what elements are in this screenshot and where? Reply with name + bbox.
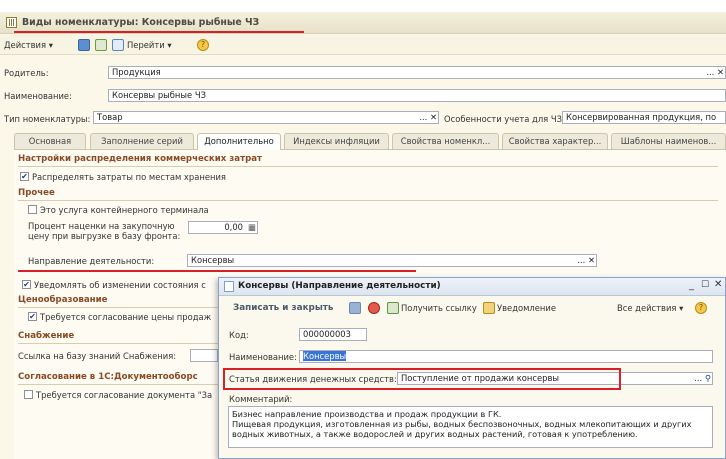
name-label: Наименование: [4,91,72,101]
markup-label: Процент наценки на закупочную цену при вы… [28,221,181,241]
markup-field[interactable]: 0,00 ▦ [188,221,258,234]
highlight-box-cash-flow [223,368,621,390]
top-strip [0,0,726,12]
main-window: Виды номенклатуры: Консервы рыбные ЧЗ Де… [0,0,726,459]
cz-field[interactable]: Консервированная продукция, по [562,111,726,124]
tab-strip: Основная Заполнение серий Дополнительно … [14,133,726,150]
section-docflow: Согласование в 1С:Документооборс [18,372,198,382]
section-pricing: Ценообразование [18,295,108,305]
highlight-underline-title [14,31,304,33]
save-icon[interactable] [78,39,90,51]
tab-name-templates[interactable]: Шаблоны наименов... [611,133,726,149]
section-divider [18,200,718,201]
dialog-titlebar: Консервы (Направление деятельности) _ ☐ … [219,278,725,296]
doc-approval-checkbox[interactable] [24,390,33,399]
type-field[interactable]: Товар... ✕ [93,111,439,124]
section-supply: Снабжение [18,331,75,341]
name-field[interactable]: Консервы рыбные ЧЗ [108,89,726,102]
distribute-costs-checkbox[interactable]: ✔ [20,172,29,181]
window-title: Виды номенклатуры: Консервы рыбные ЧЗ [22,17,260,28]
close-icon[interactable]: ✕ [714,279,722,290]
section-divider [18,343,218,344]
delete-icon[interactable] [368,302,380,314]
parent-field[interactable]: Продукция... ✕ [108,66,726,79]
parent-label: Родитель: [4,68,49,78]
container-service-label: Это услуга контейнерного терминала [40,205,209,215]
save-close-button[interactable]: Записать и закрыть [233,303,333,313]
code-label: Код: [229,330,249,340]
tab-inflation[interactable]: Индексы инфляции [284,133,389,149]
distribute-costs-label: Распределять затраты по местам хранения [32,172,226,182]
tab-additional[interactable]: Дополнительно [197,133,281,150]
notify-state-checkbox[interactable]: ✔ [22,280,31,289]
dialog-name-label: Наименование: [229,352,297,362]
section-divider [18,166,718,167]
kb-link-label: Ссылка на базу знаний Снабжения: [18,351,177,361]
goto-icon[interactable] [112,39,124,51]
notify-icon[interactable] [483,302,495,314]
help-icon[interactable]: ? [197,39,209,51]
highlight-underline-direction [18,270,416,272]
section-cost-distribution: Настройки распределения коммерческих зат… [18,154,262,164]
price-approval-checkbox[interactable]: ✔ [28,312,37,321]
refresh-icon[interactable] [95,39,107,51]
document-icon [224,281,234,292]
tab-series[interactable]: Заполнение серий [90,133,194,149]
maximize-icon[interactable]: ☐ [701,280,709,290]
section-divider [18,307,218,308]
type-label: Тип номенклатуры: [4,114,91,124]
section-other: Прочее [18,188,55,198]
doc-approval-label: Требуется согласование документа "За [36,390,213,400]
goto-menu[interactable]: Перейти ▾ [127,38,172,52]
direction-field[interactable]: Консервы... ✕ [187,254,597,267]
code-field[interactable]: 000000003 [299,328,367,341]
minimize-icon[interactable]: _ [689,280,694,291]
direction-dialog: Консервы (Направление деятельности) _ ☐ … [218,277,726,459]
actions-menu[interactable]: Действия ▾ [4,38,53,52]
cz-label: Особенности учета для ЧЗ: [444,114,565,124]
get-link-button[interactable]: Получить ссылку [401,303,477,313]
link-icon[interactable] [387,302,399,314]
comment-label: Комментарий: [229,394,293,404]
section-divider [18,384,218,385]
tab-char-props[interactable]: Свойства характер... [502,133,608,149]
catalog-icon [6,17,17,28]
toolbar: Действия ▾ Перейти ▾ ? [0,35,726,55]
dialog-title: Консервы (Направление деятельности) [238,281,441,291]
price-approval-label: Требуется согласование цены продаж [40,312,212,322]
notify-button[interactable]: Уведомление [497,303,556,313]
kb-link-field[interactable] [190,349,218,362]
dialog-name-field[interactable]: Консервы [299,350,713,363]
help-icon[interactable]: ? [695,302,707,314]
tab-item-props[interactable]: Свойства номенкл... [392,133,499,149]
save-icon[interactable] [349,302,361,314]
direction-label: Направление деятельности: [28,256,155,266]
comment-textarea[interactable]: Бизнес направление производства и продаж… [228,406,713,448]
container-service-checkbox[interactable] [28,205,37,214]
notify-state-label: Уведомлять об изменении состояния с [34,280,206,290]
tab-main[interactable]: Основная [14,133,86,149]
all-actions-menu[interactable]: Все действия ▾ [617,303,683,313]
